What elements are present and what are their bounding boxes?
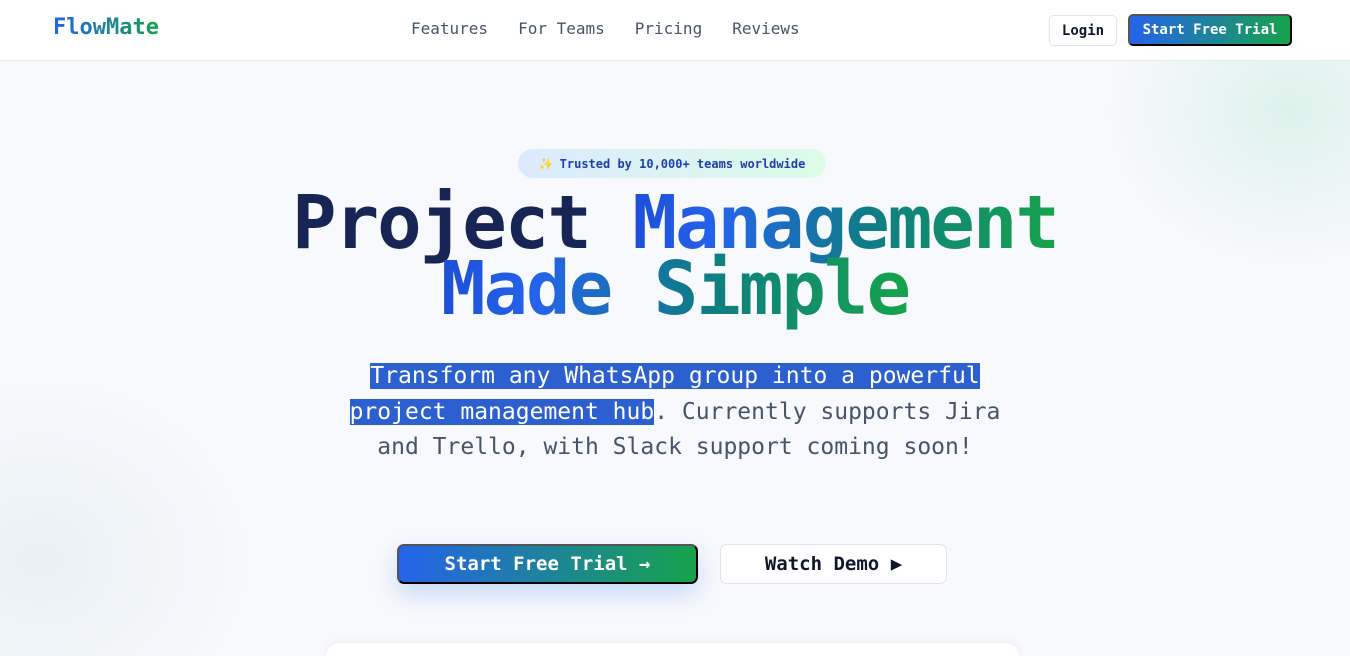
badge-text: Trusted by 10,000+ teams worldwide — [559, 156, 806, 171]
landing-page: FlowMate Features For Teams Pricing Revi… — [0, 0, 1350, 656]
nav-links: Features For Teams Pricing Reviews — [411, 19, 800, 38]
trusted-badge: ✨ Trusted by 10,000+ teams worldwide — [518, 149, 826, 178]
hero-headline: Project Management Made Simple — [0, 186, 1350, 326]
preview-card — [326, 643, 1019, 656]
hero-subtitle: Transform any WhatsApp group into a powe… — [330, 359, 1020, 466]
nav-link-for-teams[interactable]: For Teams — [518, 19, 605, 38]
nav-link-features[interactable]: Features — [411, 19, 488, 38]
start-free-trial-button[interactable]: Start Free Trial → — [397, 544, 698, 584]
nav-link-pricing[interactable]: Pricing — [635, 19, 702, 38]
top-navbar: FlowMate Features For Teams Pricing Revi… — [0, 0, 1350, 61]
nav-link-reviews[interactable]: Reviews — [732, 19, 799, 38]
start-free-trial-nav-button[interactable]: Start Free Trial — [1128, 14, 1292, 46]
sparkles-icon: ✨ — [538, 156, 554, 171]
login-button[interactable]: Login — [1049, 15, 1117, 46]
logo[interactable]: FlowMate — [53, 15, 159, 40]
headline-line-2: Made Simple — [440, 246, 911, 332]
watch-demo-button[interactable]: Watch Demo ▶ — [720, 544, 947, 584]
